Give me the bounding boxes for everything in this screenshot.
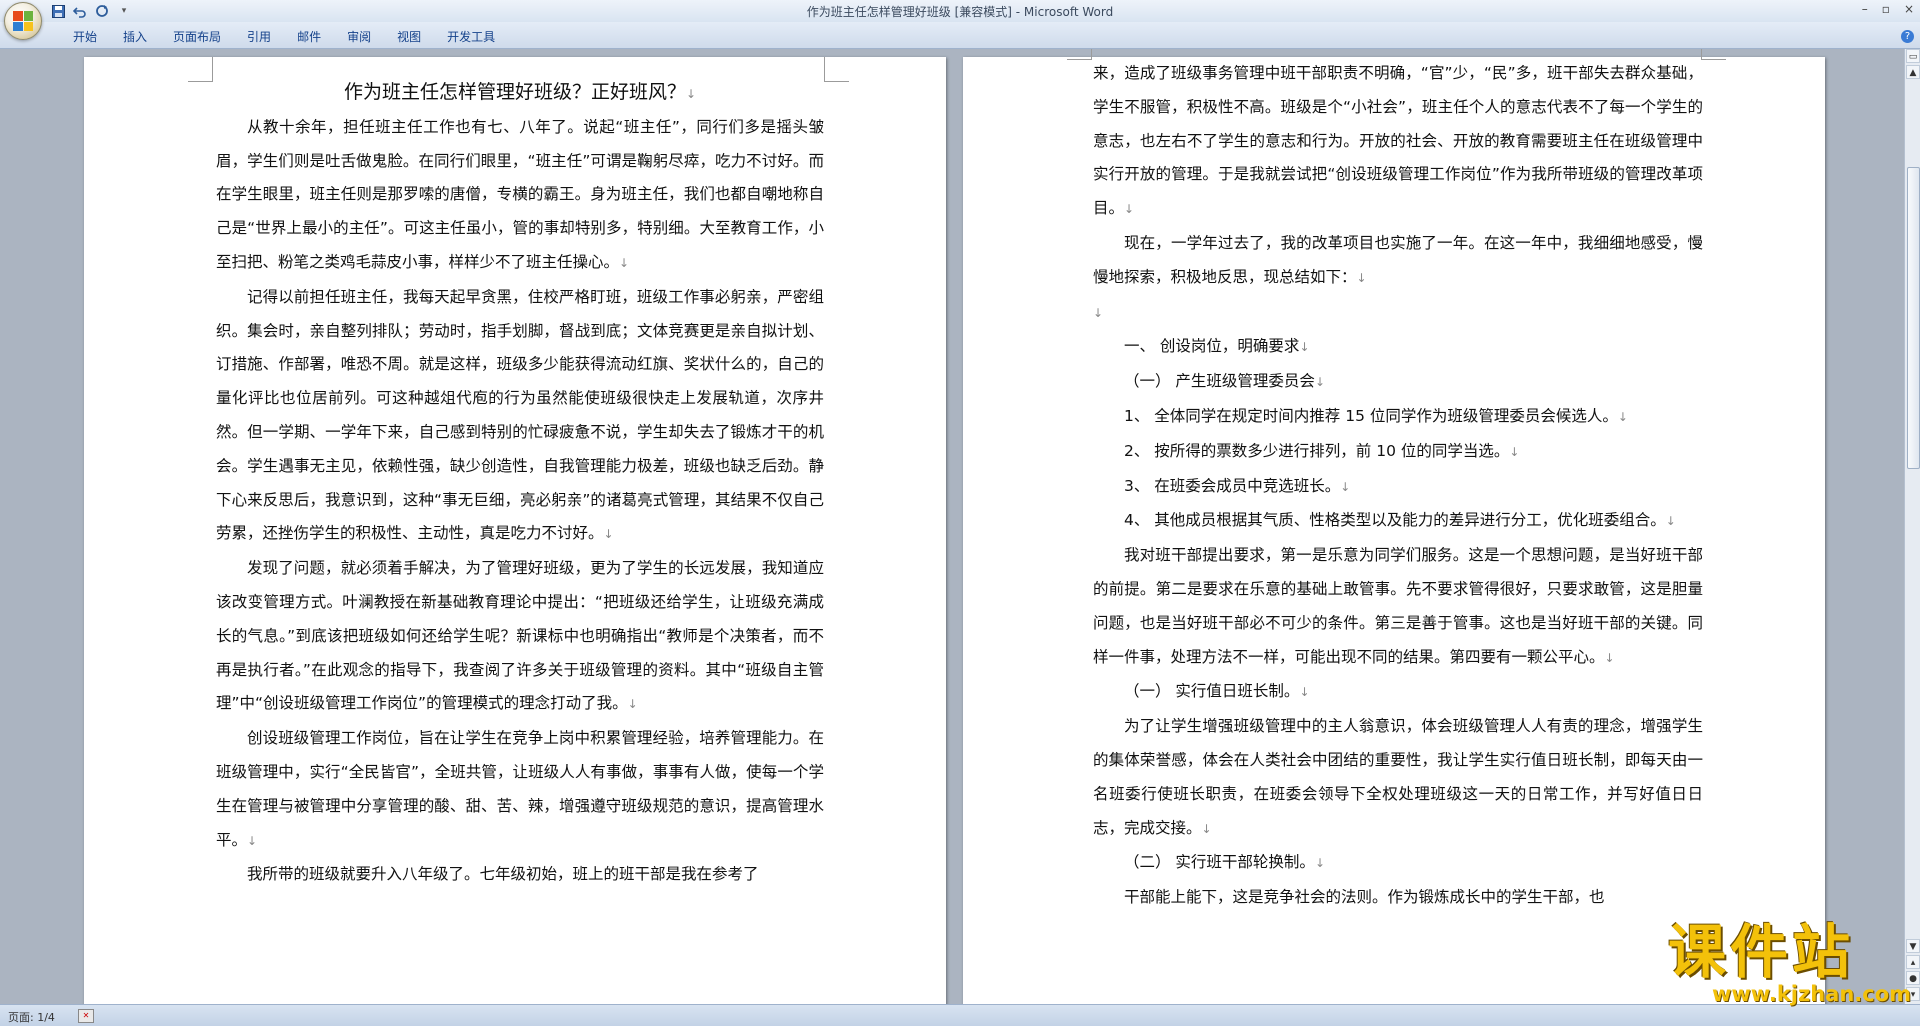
scroll-up-icon[interactable]: ▲ (1906, 65, 1920, 79)
paragraph-mark: ↓ (1356, 270, 1367, 285)
paragraph-mark: ↓ (1201, 821, 1212, 836)
document-page-2[interactable]: 来，造成了班级事务管理中班干部职责不明确，“官”少，“民”多，班干部失去群众基础… (963, 49, 1825, 1004)
paragraph-text: （二） 实行班干部轮换制。 (1124, 853, 1315, 872)
restore-button[interactable]: ▫ (1882, 2, 1890, 16)
ribbon-tab[interactable]: 审阅 (334, 28, 384, 45)
page-1-text: 作为班主任怎样管理好班级？正好班风？↓ 从教十余年，担任班主任工作也有七、八年了… (216, 76, 824, 892)
document-title: 作为班主任怎样管理好班级？正好班风？↓ (343, 81, 697, 103)
paragraph-text: （一） 产生班级管理委员会 (1124, 372, 1315, 391)
paragraph-mark: ↓ (1617, 409, 1628, 424)
window-controls: – ▫ × (1862, 2, 1914, 16)
office-button[interactable] (4, 2, 42, 40)
paragraph-mark: ↓ (247, 833, 258, 848)
paragraph-text: 3、 在班委会成员中竞选班长。 (1124, 476, 1341, 495)
site-watermark: 课件站 www.kjzhan.com (1668, 918, 1912, 1006)
document-workspace: 作为班主任怎样管理好班级？正好班风？↓ 从教十余年，担任班主任工作也有七、八年了… (0, 49, 1904, 1004)
paragraph-text: 干部能上能下，这是竞争社会的法则。作为锻炼成长中的学生干部，也 (1124, 888, 1605, 907)
paragraph-mark: ↓ (603, 527, 614, 542)
paragraph-text: 2、 按所得的票数多少进行排列，前 10 位的同学当选。 (1124, 441, 1510, 460)
office-logo-icon (13, 11, 33, 31)
proofing-status-icon[interactable]: ✕ (78, 1009, 94, 1023)
minimize-button[interactable]: – (1862, 2, 1868, 16)
paragraph: 创设班级管理工作岗位，旨在让学生在竞争上岗中积累管理经验，培养管理能力。在班级管… (216, 722, 824, 858)
ribbon-tab[interactable]: 页面布局 (160, 28, 234, 45)
ribbon-tab[interactable]: 引用 (234, 28, 284, 45)
paragraph-mark: ↓ (627, 697, 638, 712)
ribbon-tab[interactable]: 邮件 (284, 28, 334, 45)
paragraph: 现在，一学年过去了，我的改革项目也实施了一年。在这一年中，我细细地感受，慢慢地探… (1093, 227, 1703, 296)
margin-marker (1067, 49, 1092, 60)
paragraph: （一） 产生班级管理委员会↓ (1093, 365, 1703, 400)
paragraph-text: 4、 其他成员根据其气质、性格类型以及能力的差异进行分工，优化班委组合。 (1124, 511, 1666, 530)
paragraph-mark: ↓ (1314, 856, 1325, 871)
paragraph: 从教十余年，担任班主任工作也有七、八年了。说起“班主任”，同行们多是摇头皱眉，学… (216, 111, 824, 281)
paragraph: 1、 全体同学在规定时间内推荐 15 位同学作为班级管理委员会候选人。↓ (1093, 400, 1703, 435)
paragraph-mark: ↓ (619, 255, 630, 270)
paragraph-text: 一、 创设岗位，明确要求 (1124, 337, 1300, 356)
paragraph-text: 为了让学生增强班级管理中的主人翁意识，体会班级管理人人有责的理念，增强学生的集体… (1093, 717, 1703, 837)
margin-marker (824, 57, 849, 82)
paragraph-text: 记得以前担任班主任，我每天起早贪黑，住校严格盯班，班级工作事必躬亲，严密组织。集… (216, 287, 824, 543)
title-bar: ▾ 作为班主任怎样管理好班级 [兼容模式] - Microsoft Word –… (0, 0, 1920, 23)
vertical-scrollbar[interactable]: ▭ ▲ ▼ ▴ ● ▾ (1904, 49, 1920, 1004)
close-button[interactable]: × (1904, 2, 1914, 16)
paragraph: ↓ (1093, 296, 1703, 331)
paragraph: 记得以前担任班主任，我每天起早贪黑，住校严格盯班，班级工作事必躬亲，严密组织。集… (216, 281, 824, 552)
paragraph-text: 来，造成了班级事务管理中班干部职责不明确，“官”少，“民”多，班干部失去群众基础… (1093, 64, 1703, 218)
ribbon-tab[interactable]: 开发工具 (434, 28, 508, 45)
ribbon-tab[interactable]: 开始 (60, 28, 110, 45)
ribbon-tab[interactable]: 插入 (110, 28, 160, 45)
paragraph-mark: ↓ (1093, 305, 1104, 320)
paragraph: 3、 在班委会成员中竞选班长。↓ (1093, 470, 1703, 505)
paragraph: 来，造成了班级事务管理中班干部职责不明确，“官”少，“民”多，班干部失去群众基础… (1093, 57, 1703, 227)
paragraph: 干部能上能下，这是竞争社会的法则。作为锻炼成长中的学生干部，也 (1093, 881, 1703, 915)
paragraph-text: （一） 实行值日班长制。 (1124, 682, 1300, 701)
margin-marker (1701, 49, 1726, 60)
paragraph-mark: ↓ (1299, 340, 1310, 355)
paragraph-text: 创设班级管理工作岗位，旨在让学生在竞争上岗中积累管理经验，培养管理能力。在班级管… (216, 729, 824, 849)
paragraph-mark: ↓ (1314, 375, 1325, 390)
status-bar: 页面: 1/4 ✕ (0, 1004, 1920, 1026)
window-title: 作为班主任怎样管理好班级 [兼容模式] - Microsoft Word (806, 5, 1114, 19)
ribbon-tab-bar: 开始 插入 页面布局 引用 邮件 审阅 视图 开发工具 (0, 22, 1920, 49)
paragraph-mark: ↓ (1604, 650, 1615, 665)
paragraph-mark: ↓ (1509, 444, 1520, 459)
document-page-1[interactable]: 作为班主任怎样管理好班级？正好班风？↓ 从教十余年，担任班主任工作也有七、八年了… (84, 57, 946, 1004)
page-indicator[interactable]: 页面: 1/4 (8, 1009, 55, 1025)
margin-marker (188, 57, 213, 82)
paragraph-text: 发现了问题，就必须着手解决，为了管理好班级，更为了学生的长远发展，我知道应该改变… (216, 559, 824, 713)
ribbon-tab[interactable]: 视图 (384, 28, 434, 45)
paragraph-mark: ↓ (1124, 202, 1135, 217)
watermark-text: 课件站 (1668, 918, 1855, 986)
paragraph: 4、 其他成员根据其气质、性格类型以及能力的差异进行分工，优化班委组合。↓ (1093, 504, 1703, 539)
paragraph: 我对班干部提出要求，第一是乐意为同学们服务。这是一个思想问题，是当好班干部的前提… (1093, 539, 1703, 675)
watermark-url: www.kjzhan.com (1712, 982, 1912, 1006)
paragraph: 发现了问题，就必须着手解决，为了管理好班级，更为了学生的长远发展，我知道应该改变… (216, 552, 824, 722)
paragraph-text: 我所带的班级就要升入八年级了。七年级初始，班上的班干部是我在参考了 (247, 865, 759, 884)
scrollbar-thumb[interactable] (1907, 167, 1920, 469)
ruler-toggle-icon[interactable]: ▭ (1906, 49, 1920, 63)
paragraph-mark: ↓ (1340, 479, 1351, 494)
paragraph: 我所带的班级就要升入八年级了。七年级初始，班上的班干部是我在参考了 (216, 858, 824, 892)
paragraph-mark: ↓ (1299, 685, 1310, 700)
paragraph-text: 现在，一学年过去了，我的改革项目也实施了一年。在这一年中，我细细地感受，慢慢地探… (1093, 233, 1703, 286)
page-2-text: 来，造成了班级事务管理中班干部职责不明确，“官”少，“民”多，班干部失去群众基础… (1093, 57, 1703, 915)
help-icon[interactable]: ? (1901, 30, 1914, 43)
ribbon-tabs: 开始 插入 页面布局 引用 邮件 审阅 视图 开发工具 (60, 28, 508, 45)
paragraph: 一、 创设岗位，明确要求↓ (1093, 330, 1703, 365)
paragraph-text: 从教十余年，担任班主任工作也有七、八年了。说起“班主任”，同行们多是摇头皱眉，学… (216, 117, 824, 271)
paragraph-text: 我对班干部提出要求，第一是乐意为同学们服务。这是一个思想问题，是当好班干部的前提… (1093, 546, 1703, 666)
paragraph-mark: ↓ (1665, 514, 1676, 529)
paragraph: （二） 实行班干部轮换制。↓ (1093, 846, 1703, 881)
paragraph: （一） 实行值日班长制。↓ (1093, 675, 1703, 710)
paragraph: 为了让学生增强班级管理中的主人翁意识，体会班级管理人人有责的理念，增强学生的集体… (1093, 710, 1703, 846)
paragraph: 2、 按所得的票数多少进行排列，前 10 位的同学当选。↓ (1093, 435, 1703, 470)
paragraph-text: 1、 全体同学在规定时间内推荐 15 位同学作为班级管理委员会候选人。 (1124, 406, 1618, 425)
